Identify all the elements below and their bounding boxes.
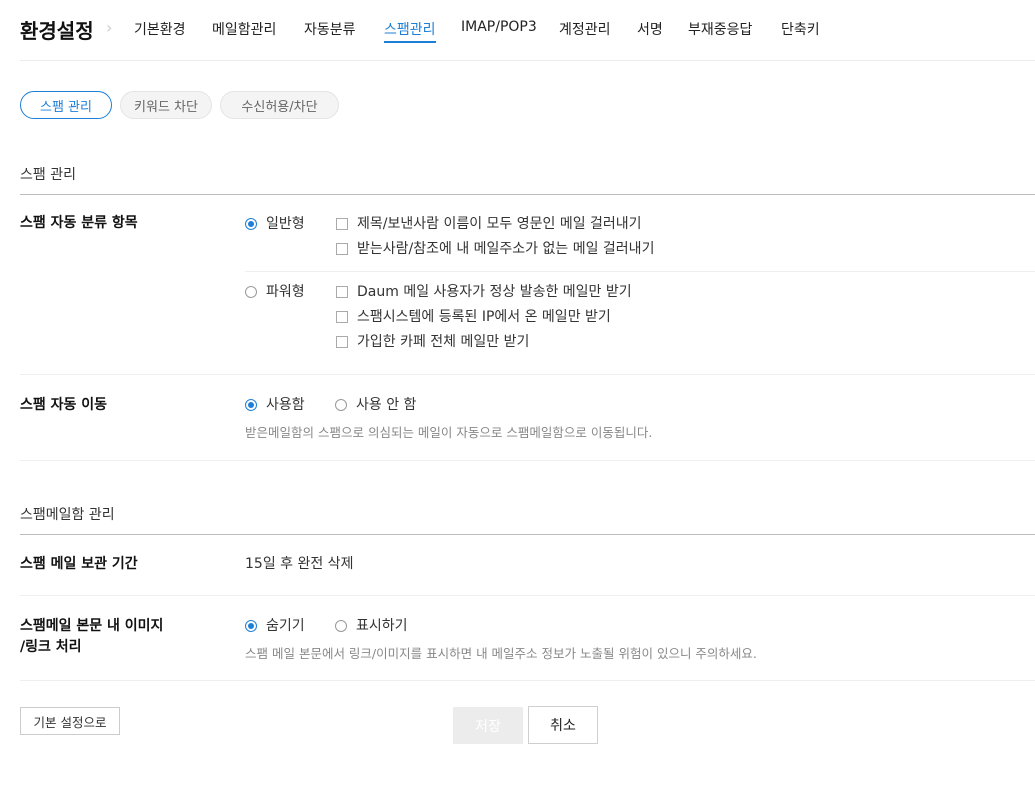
top-nav: 환경설정 › 기본환경 메일함관리 자동분류 스팸관리 IMAP/POP3 계정… <box>20 0 1035 61</box>
row-divider <box>20 680 1035 681</box>
checkbox-daum-sender-label: Daum 메일 사용자가 정상 발송한 메일만 받기 <box>357 284 632 300</box>
radio-hide-images-label: 숨기기 <box>266 618 305 634</box>
radio-normal[interactable] <box>245 218 257 230</box>
checkbox-not-recipient-label: 받는사람/참조에 내 메일주소가 없는 메일 걸러내기 <box>357 241 655 257</box>
checkbox-not-recipient[interactable] <box>336 243 348 255</box>
nav-shortcuts[interactable]: 단축키 <box>781 19 820 39</box>
retention-label: 스팸 메일 보관 기간 <box>20 556 138 572</box>
row-divider <box>20 374 1035 375</box>
row-divider <box>20 595 1035 596</box>
subtab-keyword-block[interactable]: 키워드 차단 <box>120 91 212 119</box>
retention-value: 15일 후 완전 삭제 <box>245 556 354 572</box>
radio-auto-move-off-label: 사용 안 함 <box>356 397 417 413</box>
image-link-label-line2: /링크 처리 <box>20 639 82 655</box>
nav-basic[interactable]: 기본환경 <box>134 19 186 39</box>
subtab-spam-manage[interactable]: 스팸 관리 <box>20 91 112 119</box>
auto-move-description: 받은메일함의 스팸으로 의심되는 메일이 자동으로 스팸메일함으로 이동됩니다. <box>245 425 653 440</box>
auto-move-label: 스팸 자동 이동 <box>20 397 108 413</box>
chevron-right-icon: › <box>106 18 113 37</box>
radio-auto-move-off[interactable] <box>335 399 347 411</box>
reset-defaults-button[interactable]: 기본 설정으로 <box>20 707 120 735</box>
checkbox-registered-ip[interactable] <box>336 311 348 323</box>
nav-mailbox[interactable]: 메일함관리 <box>212 19 276 39</box>
radio-show-images-label: 표시하기 <box>356 618 408 634</box>
checkbox-english-sender-label: 제목/보낸사람 이름이 모두 영문인 메일 걸러내기 <box>357 216 642 232</box>
checkbox-registered-ip-label: 스팸시스템에 등록된 IP에서 온 메일만 받기 <box>357 309 611 325</box>
radio-normal-label: 일반형 <box>266 216 305 232</box>
radio-auto-move-on-label: 사용함 <box>266 397 305 413</box>
nav-away-reply[interactable]: 부재중응답 <box>688 19 752 39</box>
nav-imap-pop3[interactable]: IMAP/POP3 <box>461 19 537 35</box>
nav-account[interactable]: 계정관리 <box>559 19 611 39</box>
checkbox-english-sender[interactable] <box>336 218 348 230</box>
image-link-description: 스팸 메일 본문에서 링크/이미지를 표시하면 내 메일주소 정보가 노출될 위… <box>245 646 757 661</box>
checkbox-daum-sender[interactable] <box>336 286 348 298</box>
checkbox-cafe-mail-label: 가입한 카페 전체 메일만 받기 <box>357 334 530 350</box>
section-title-spam: 스팸 관리 <box>20 164 1035 195</box>
inner-divider <box>245 271 1035 272</box>
row-divider <box>20 460 1035 461</box>
radio-hide-images[interactable] <box>245 620 257 632</box>
radio-power-label: 파워형 <box>266 284 305 300</box>
nav-signature[interactable]: 서명 <box>637 19 663 39</box>
page-title: 환경설정 <box>20 19 94 43</box>
radio-power[interactable] <box>245 286 257 298</box>
subtab-allow-block[interactable]: 수신허용/차단 <box>220 91 339 119</box>
checkbox-cafe-mail[interactable] <box>336 336 348 348</box>
section-title-spambox: 스팸메일함 관리 <box>20 504 1035 535</box>
auto-classify-label: 스팸 자동 분류 항목 <box>20 215 138 231</box>
image-link-label-line1: 스팸메일 본문 내 이미지 <box>20 618 164 634</box>
save-button[interactable]: 저장 <box>453 707 523 744</box>
cancel-button[interactable]: 취소 <box>528 706 598 744</box>
radio-show-images[interactable] <box>335 620 347 632</box>
nav-auto-classify[interactable]: 자동분류 <box>304 19 356 39</box>
nav-spam[interactable]: 스팸관리 <box>384 19 436 43</box>
radio-auto-move-on[interactable] <box>245 399 257 411</box>
